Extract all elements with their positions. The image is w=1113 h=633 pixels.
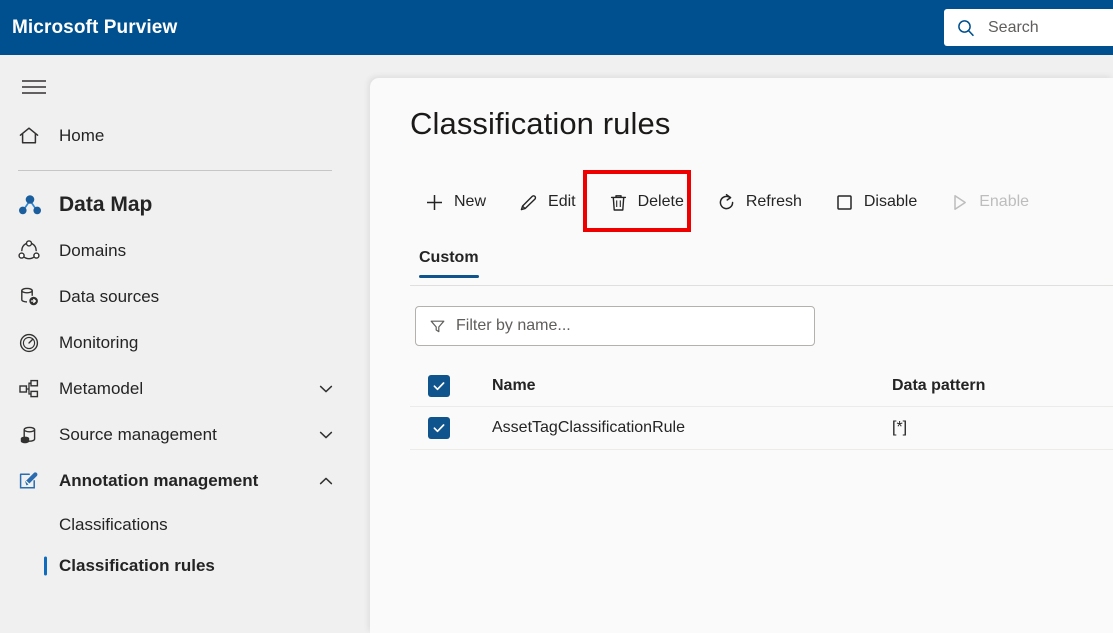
plus-icon xyxy=(424,192,445,213)
sidebar-item-data-sources[interactable]: Data sources xyxy=(0,274,370,320)
table-row[interactable]: AssetTagClassificationRule [*] xyxy=(410,406,1113,450)
play-triangle-icon xyxy=(949,192,970,213)
sidebar-item-label: Metamodel xyxy=(59,379,143,399)
new-button-label: New xyxy=(454,193,486,211)
delete-button[interactable]: Delete xyxy=(594,182,698,222)
sidebar-item-label: Monitoring xyxy=(59,333,138,353)
filter-input[interactable]: Filter by name... xyxy=(415,306,815,346)
annotation-management-icon xyxy=(17,468,47,494)
tab-label: Custom xyxy=(419,241,479,275)
sidebar-item-label: Data sources xyxy=(59,287,159,307)
tab-list: Custom xyxy=(410,241,1113,287)
enable-button-label: Enable xyxy=(979,193,1029,211)
cell-data-pattern: [*] xyxy=(892,419,1092,437)
home-icon xyxy=(17,123,47,149)
edit-button-label: Edit xyxy=(548,193,576,211)
sidebar-subitem-classification-rules[interactable]: Classification rules xyxy=(0,545,370,586)
search-placeholder: Search xyxy=(988,19,1039,37)
disable-button-label: Disable xyxy=(864,193,917,211)
sidebar-subitem-label: Classification rules xyxy=(59,556,215,576)
hamburger-menu-icon[interactable] xyxy=(16,69,52,105)
main-content-panel: Classification rules New Edit xyxy=(370,78,1113,633)
disable-button[interactable]: Disable xyxy=(820,182,931,222)
search-icon xyxy=(956,18,976,38)
square-outline-icon xyxy=(834,192,855,213)
data-map-icon xyxy=(17,192,47,218)
column-header-data-pattern[interactable]: Data pattern xyxy=(892,377,1092,395)
metamodel-icon xyxy=(17,376,47,402)
table-header-row: Name Data pattern xyxy=(410,366,1113,406)
source-management-icon xyxy=(17,422,47,448)
row-checkbox[interactable] xyxy=(428,417,450,439)
trash-icon xyxy=(608,192,629,213)
global-search-box[interactable]: Search xyxy=(944,9,1113,46)
data-sources-icon xyxy=(17,284,47,310)
command-toolbar: New Edit Delete xyxy=(410,182,1047,222)
sidebar-subitem-classifications[interactable]: Classifications xyxy=(0,504,370,545)
app-title: Microsoft Purview xyxy=(12,17,177,39)
app-header: Microsoft Purview Search xyxy=(0,0,1113,55)
sidebar-item-annotation-management[interactable]: Annotation management xyxy=(0,458,370,504)
sidebar: Home Data Map xyxy=(0,55,370,633)
sidebar-item-label: Data Map xyxy=(59,193,152,217)
pencil-icon xyxy=(518,192,539,213)
sidebar-item-label: Source management xyxy=(59,425,217,445)
sidebar-item-domains[interactable]: Domains xyxy=(0,228,370,274)
sidebar-item-home[interactable]: Home xyxy=(0,113,370,159)
chevron-up-icon[interactable] xyxy=(317,472,335,490)
sidebar-item-label: Annotation management xyxy=(59,471,258,491)
filter-funnel-icon xyxy=(429,318,446,335)
chevron-down-icon[interactable] xyxy=(317,380,335,398)
column-header-name[interactable]: Name xyxy=(492,377,892,395)
sidebar-item-label: Domains xyxy=(59,241,126,261)
delete-button-label: Delete xyxy=(638,193,684,211)
refresh-button[interactable]: Refresh xyxy=(702,182,816,222)
tab-custom[interactable]: Custom xyxy=(410,241,488,278)
monitoring-gauge-icon xyxy=(17,330,47,356)
enable-button[interactable]: Enable xyxy=(935,182,1043,222)
refresh-icon xyxy=(716,192,737,213)
domains-icon xyxy=(17,238,47,264)
refresh-button-label: Refresh xyxy=(746,193,802,211)
sidebar-section-data-map[interactable]: Data Map xyxy=(0,182,370,228)
sidebar-nav-list: Home Data Map xyxy=(0,113,370,586)
tab-active-underline xyxy=(419,275,479,278)
tab-bottom-rule xyxy=(410,285,1113,286)
sidebar-divider xyxy=(18,170,332,171)
edit-button[interactable]: Edit xyxy=(504,182,590,222)
select-all-checkbox[interactable] xyxy=(428,375,450,397)
sidebar-item-metamodel[interactable]: Metamodel xyxy=(0,366,370,412)
filter-placeholder: Filter by name... xyxy=(456,317,571,335)
chevron-down-icon[interactable] xyxy=(317,426,335,444)
cell-rule-name[interactable]: AssetTagClassificationRule xyxy=(492,419,892,437)
classification-rules-table: Name Data pattern AssetTagClassification… xyxy=(410,366,1113,450)
sidebar-subitem-label: Classifications xyxy=(59,515,168,535)
new-button[interactable]: New xyxy=(410,182,500,222)
sidebar-item-label: Home xyxy=(59,126,104,146)
sidebar-item-source-management[interactable]: Source management xyxy=(0,412,370,458)
page-title: Classification rules xyxy=(410,106,670,142)
selected-indicator-bar xyxy=(44,556,47,575)
sidebar-item-monitoring[interactable]: Monitoring xyxy=(0,320,370,366)
